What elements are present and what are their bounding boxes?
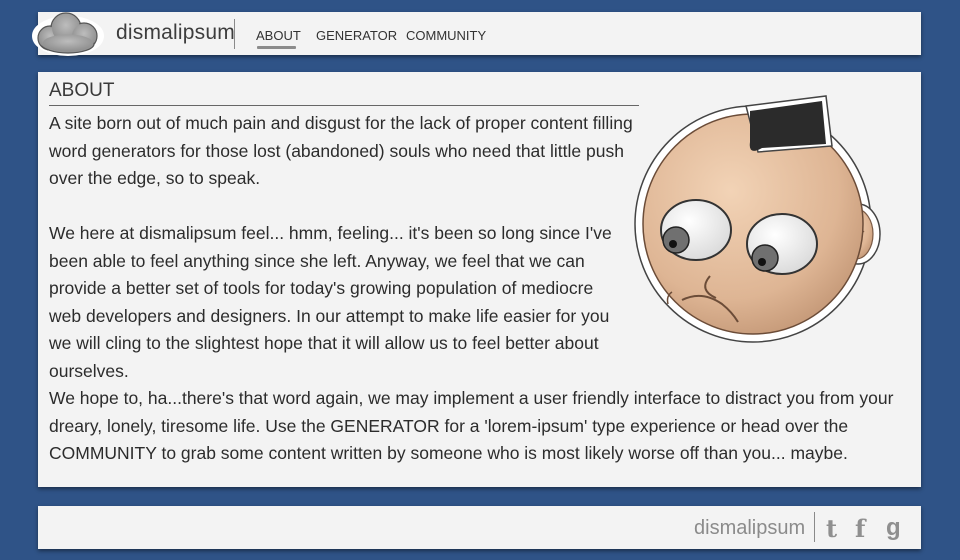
nav-generator[interactable]: GENERATOR [316,28,397,43]
about-paragraph-3: We hope to, ha...there's that word again… [49,388,894,463]
footer-divider [814,512,815,542]
footer-bar: dismalipsum t f g [38,506,921,549]
site-name[interactable]: dismalipsum [116,21,235,45]
facebook-icon[interactable]: f [855,514,865,543]
footer-site-name: dismalipsum [694,517,806,539]
nav-about[interactable]: ABOUT [256,28,301,43]
about-paragraph-1: A site born out of much pain and disgust… [49,113,633,188]
header-bar: dismalipsum ABOUT GENERATOR COMMUNITY [32,12,921,56]
nav-community[interactable]: COMMUNITY [406,28,486,43]
heading-divider [49,105,639,106]
mascot-face-icon [634,95,881,343]
cloud-icon[interactable] [28,6,108,62]
about-paragraph-2: We here at dismalipsum feel... hmm, feel… [49,223,612,381]
header-divider [234,19,235,49]
tumblr-icon[interactable]: t [826,514,837,543]
google-icon[interactable]: g [886,514,901,542]
about-panel: ABOUT A site born out of much pain and d… [38,72,921,487]
page-title: ABOUT [49,80,115,101]
nav-active-indicator [257,46,296,49]
